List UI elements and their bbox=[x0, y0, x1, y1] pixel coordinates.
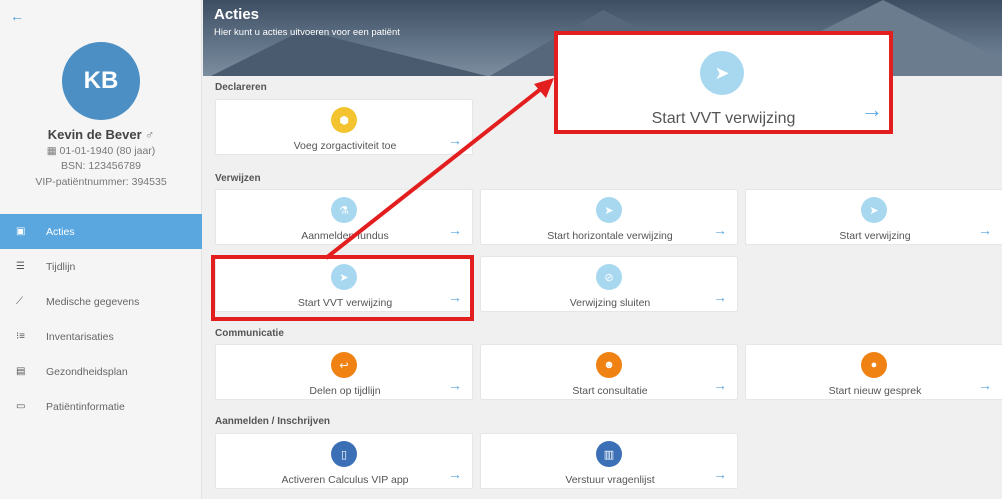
reply-icon: ↩ bbox=[331, 352, 357, 378]
sidebar: ← KB Kevin de Bever ♂ ▦ 01-01-1940 (80 j… bbox=[0, 0, 202, 499]
section-declareren: Declareren bbox=[215, 82, 267, 93]
card-label: Delen op tijdlijn bbox=[309, 385, 381, 397]
sidebar-item-label: Gezondheidsplan bbox=[46, 365, 128, 378]
actions-panel: Declareren ⬢ Voeg zorgactiviteit toe → V… bbox=[203, 76, 1002, 499]
mobile-phone-icon: ▯ bbox=[331, 441, 357, 467]
card-label: Start VVT verwijzing bbox=[297, 297, 393, 309]
sidebar-item-patientinformatie[interactable]: ▭ Patiëntinformatie bbox=[0, 389, 202, 424]
card-start-vvt-verwijzing[interactable]: ➤ Start VVT verwijzing → bbox=[215, 256, 473, 312]
sidebar-item-label: Patiëntinformatie bbox=[46, 400, 125, 413]
sidebar-item-tijdlijn[interactable]: ☰ Tijdlijn bbox=[0, 249, 202, 284]
chat-bubble-icon: ● bbox=[861, 352, 887, 378]
sidebar-item-label: Medische gegevens bbox=[46, 295, 140, 308]
id-card-icon: ▭ bbox=[16, 401, 26, 412]
page-subtitle: Hier kunt u acties uitvoeren voor een pa… bbox=[214, 27, 400, 38]
arrow-right-icon: → bbox=[448, 222, 462, 238]
card-verstuur-vragenlijst[interactable]: ▥ Verstuur vragenlijst → bbox=[480, 433, 738, 489]
arrow-right-icon: → bbox=[713, 377, 727, 393]
card-label: Start consultatie bbox=[572, 385, 648, 397]
sidebar-item-label: Inventarisaties bbox=[46, 330, 114, 343]
card-start-horizontale-verwijzing[interactable]: ➤ Start horizontale verwijzing → bbox=[480, 189, 738, 245]
box-icon: ⬢ bbox=[331, 107, 357, 133]
card-label: Start horizontale verwijzing bbox=[547, 230, 673, 242]
card-label: Aanmelden fundus bbox=[301, 230, 389, 242]
card-label: Activeren Calculus VIP app bbox=[281, 474, 409, 486]
card-label: Voeg zorgactiviteit toe bbox=[293, 140, 397, 152]
birth-date: ▦ 01-01-1940 (80 jaar) bbox=[0, 145, 202, 157]
patient-name-text: Kevin de Bever bbox=[47, 127, 142, 142]
arrow-right-icon: → bbox=[448, 132, 462, 148]
arrow-right-icon: → bbox=[861, 97, 883, 122]
numbered-list-icon: ⁝≡ bbox=[16, 331, 26, 342]
sidebar-item-label: Tijdlijn bbox=[46, 260, 76, 273]
sidebar-nav: ▣ Acties ☰ Tijdlijn ⟋ Medische gegevens … bbox=[0, 214, 202, 424]
arrow-right-icon: → bbox=[713, 289, 727, 305]
page-title: Acties bbox=[214, 6, 260, 23]
unlink-icon: ⊘ bbox=[596, 264, 622, 290]
bar-chart-icon: ▥ bbox=[596, 441, 622, 467]
zoomed-card-label: Start VVT verwijzing bbox=[651, 110, 796, 127]
paper-plane-icon: ➤ bbox=[700, 51, 744, 95]
card-label: Start verwijzing bbox=[839, 230, 911, 242]
sidebar-item-gezondheidsplan[interactable]: ▤ Gezondheidsplan bbox=[0, 354, 202, 389]
arrow-right-icon: → bbox=[448, 289, 462, 305]
paper-plane-icon: ➤ bbox=[596, 197, 622, 223]
paper-plane-icon: ➤ bbox=[331, 264, 357, 290]
patient-name: Kevin de Bever ♂ bbox=[0, 127, 202, 142]
bsn: BSN: 123456789 bbox=[61, 160, 141, 172]
section-verwijzen: Verwijzen bbox=[215, 173, 261, 184]
card-voeg-zorgactiviteit-toe[interactable]: ⬢ Voeg zorgactiviteit toe → bbox=[215, 99, 473, 155]
section-communicatie: Communicatie bbox=[215, 328, 284, 339]
users-chat-icon: ☻ bbox=[596, 352, 622, 378]
chart-line-icon: ⟋ bbox=[16, 296, 23, 307]
card-start-consultatie[interactable]: ☻ Start consultatie → bbox=[480, 344, 738, 400]
sidebar-item-acties[interactable]: ▣ Acties bbox=[0, 214, 202, 249]
arrow-left-icon[interactable]: ← bbox=[10, 8, 24, 24]
vip-number: VIP-patiëntnummer: 394535 bbox=[35, 176, 167, 188]
calendar-icon: ▣ bbox=[16, 226, 26, 237]
sidebar-item-inventarisaties[interactable]: ⁝≡ Inventarisaties bbox=[0, 319, 202, 354]
avatar: KB bbox=[62, 42, 140, 120]
card-start-nieuw-gesprek[interactable]: ● Start nieuw gesprek → bbox=[745, 344, 1002, 400]
file-icon: ▤ bbox=[16, 366, 26, 377]
zoomed-card-start-vvt-verwijzing[interactable]: ➤ Start VVT verwijzing → bbox=[554, 31, 893, 134]
arrow-right-icon: → bbox=[978, 377, 992, 393]
card-label: Start nieuw gesprek bbox=[828, 385, 922, 397]
calendar-icon: ▦ bbox=[46, 145, 60, 157]
card-label: Verstuur vragenlijst bbox=[565, 474, 655, 486]
arrow-right-icon: → bbox=[713, 466, 727, 482]
card-label: Verwijzing sluiten bbox=[569, 297, 651, 309]
sidebar-item-medische-gegevens[interactable]: ⟋ Medische gegevens bbox=[0, 284, 202, 319]
arrow-right-icon: → bbox=[978, 222, 992, 238]
arrow-right-icon: → bbox=[448, 466, 462, 482]
card-verwijzing-sluiten[interactable]: ⊘ Verwijzing sluiten → bbox=[480, 256, 738, 312]
sidebar-item-label: Acties bbox=[46, 225, 75, 238]
card-delen-op-tijdlijn[interactable]: ↩ Delen op tijdlijn → bbox=[215, 344, 473, 400]
flask-icon: ⚗ bbox=[331, 197, 357, 223]
card-start-verwijzing[interactable]: ➤ Start verwijzing → bbox=[745, 189, 1002, 245]
birth-date-text: 01-01-1940 (80 jaar) bbox=[59, 145, 156, 157]
paper-plane-icon: ➤ bbox=[861, 197, 887, 223]
section-aanmelden-inschrijven: Aanmelden / Inschrijven bbox=[215, 416, 331, 427]
gender-icon: ♂ bbox=[145, 128, 155, 142]
arrow-right-icon: → bbox=[448, 377, 462, 393]
card-aanmelden-fundus[interactable]: ⚗ Aanmelden fundus → bbox=[215, 189, 473, 245]
card-activeren-calculus-vip-app[interactable]: ▯ Activeren Calculus VIP app → bbox=[215, 433, 473, 489]
list-icon: ☰ bbox=[16, 261, 25, 272]
arrow-right-icon: → bbox=[713, 222, 727, 238]
